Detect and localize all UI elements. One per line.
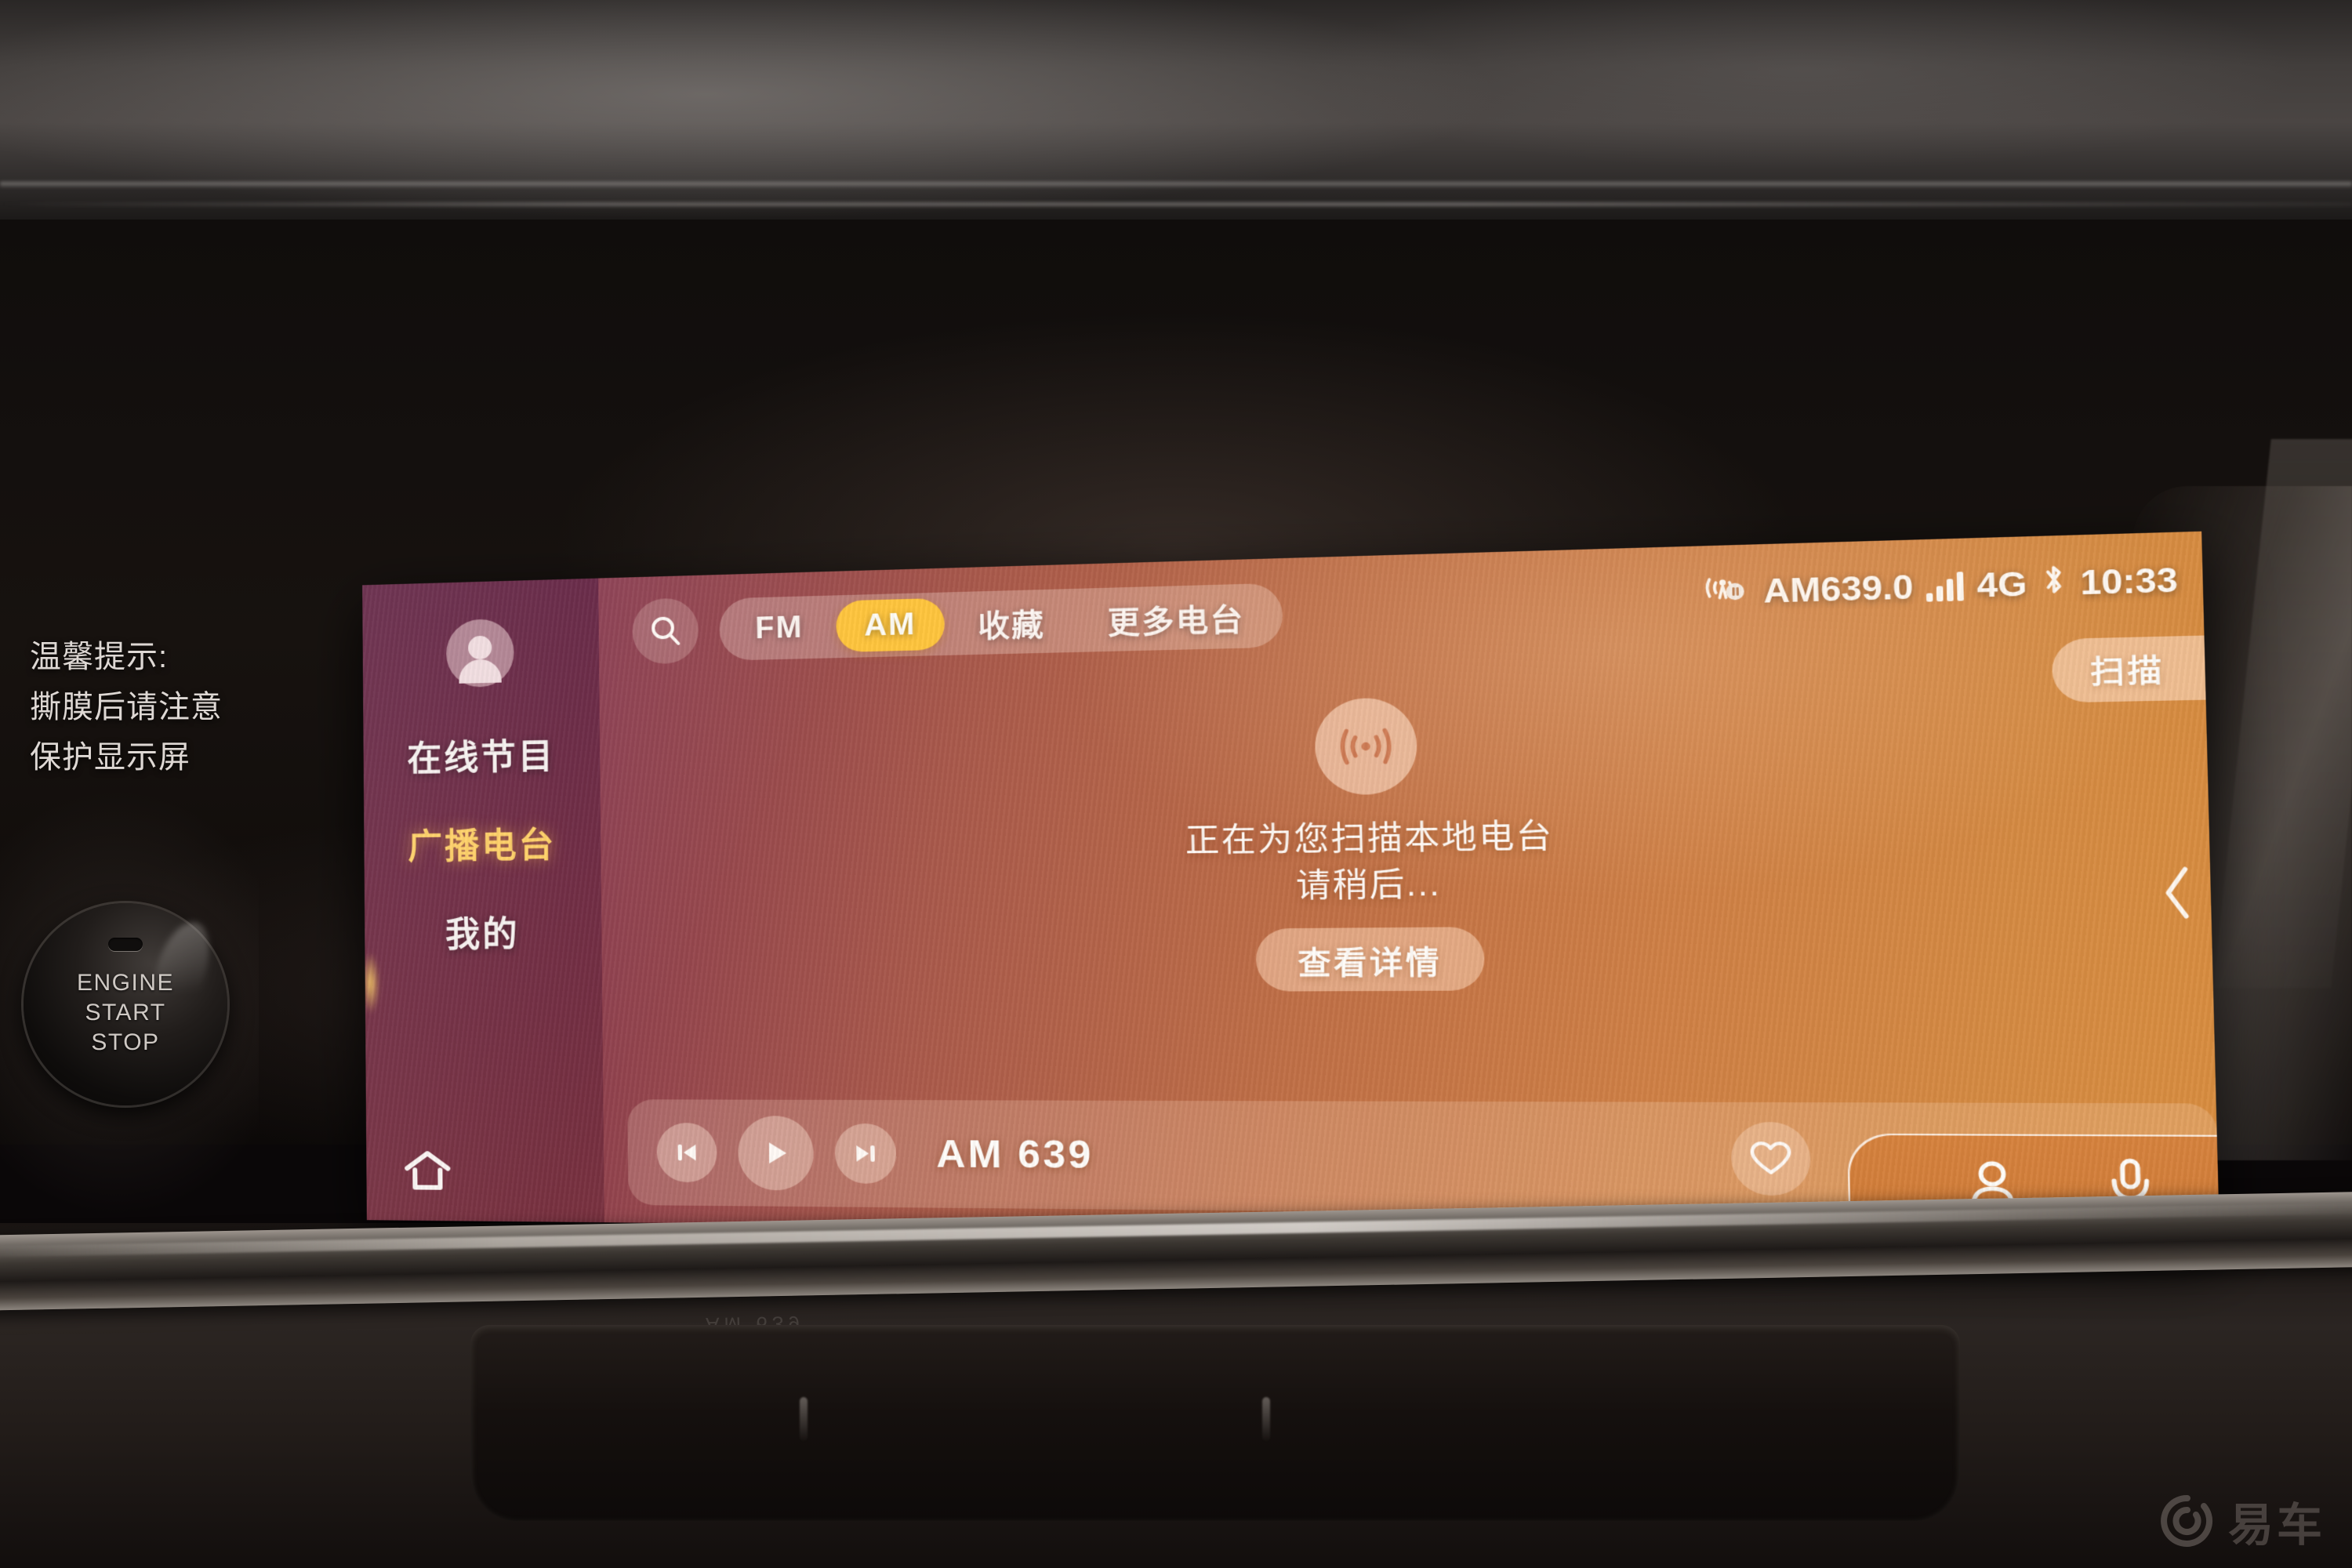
bluetooth-icon (2040, 561, 2067, 607)
sidebar-item-broadcast-radio[interactable]: 广播电台 (408, 816, 557, 869)
warning-line-3: 保护显示屏 (30, 740, 191, 775)
scan-status-line-1: 正在为您扫描本地电台 (1185, 818, 1554, 859)
scan-status-line-2: 请稍后... (1295, 866, 1442, 905)
scan-status-content: 正在为您扫描本地电台 请稍后... 查看详情 (600, 662, 2216, 1090)
broadcast-paused-icon (1701, 571, 1751, 615)
dashboard-top-pad (0, 0, 2352, 235)
yiche-logo-icon (2161, 1494, 2213, 1547)
player-title: AM 639 (935, 1132, 1094, 1177)
view-details-button[interactable]: 查看详情 (1255, 927, 1486, 992)
warning-line-2: 撕膜后请注意 (30, 690, 223, 724)
status-time: 10:33 (2079, 561, 2179, 602)
engine-label-line-3: STOP (91, 1029, 160, 1055)
infotainment-screen[interactable]: 在线节目 广播电台 我的 FM AM 收藏 更多电台 AM639.0 4G 10… (362, 531, 2220, 1239)
dashboard-seam-secondary (0, 202, 2352, 206)
active-item-glow (362, 952, 379, 1014)
watermark: 易车 (2159, 1488, 2325, 1554)
play-icon[interactable] (737, 1116, 815, 1191)
status-bar: AM639.0 4G 10:33 (1700, 554, 2178, 619)
signal-bars-icon (1926, 572, 1965, 602)
dashboard-photo: 温馨提示: 撕膜后请注意 保护显示屏 ENGINE START STOP 在线节… (0, 0, 2352, 1568)
sidebar-item-online-programs[interactable]: 在线节目 (407, 728, 555, 781)
tab-fm[interactable]: FM (728, 601, 832, 655)
tab-more-stations[interactable]: 更多电台 (1079, 589, 1275, 646)
heart-icon[interactable] (1730, 1121, 1812, 1196)
skip-next-icon[interactable] (834, 1123, 897, 1184)
status-station-label: AM639.0 (1762, 568, 1915, 610)
engine-button-indicator (108, 938, 143, 951)
dashboard-seam (0, 182, 2352, 188)
radio-wave-icon (1314, 697, 1418, 796)
home-icon[interactable] (402, 1148, 453, 1192)
film-warning-note: 温馨提示: 撕膜后请注意 保护显示屏 (30, 632, 367, 782)
search-icon[interactable] (632, 597, 699, 665)
center-console-band (470, 1325, 1960, 1521)
band-tabs: FM AM 收藏 更多电台 (719, 583, 1283, 661)
tab-favorites[interactable]: 收藏 (949, 594, 1074, 649)
user-avatar-icon[interactable] (445, 618, 514, 688)
skip-previous-icon[interactable] (656, 1123, 717, 1183)
warning-line-1: 温馨提示: (30, 640, 169, 674)
chevron-left-icon[interactable] (2158, 862, 2198, 924)
watermark-text: 易车 (2227, 1500, 2325, 1551)
sidebar-nav: 在线节目 广播电台 我的 (363, 727, 601, 957)
tab-am[interactable]: AM (835, 597, 946, 653)
status-network-label: 4G (1976, 564, 2028, 604)
main-panel: FM AM 收藏 更多电台 AM639.0 4G 10:33 扫描 正在为您扫描… (598, 532, 2220, 1239)
engine-start-stop-button[interactable]: ENGINE START STOP (24, 903, 227, 1105)
sidebar: 在线节目 广播电台 我的 (362, 578, 604, 1223)
sidebar-item-mine[interactable]: 我的 (445, 906, 520, 956)
